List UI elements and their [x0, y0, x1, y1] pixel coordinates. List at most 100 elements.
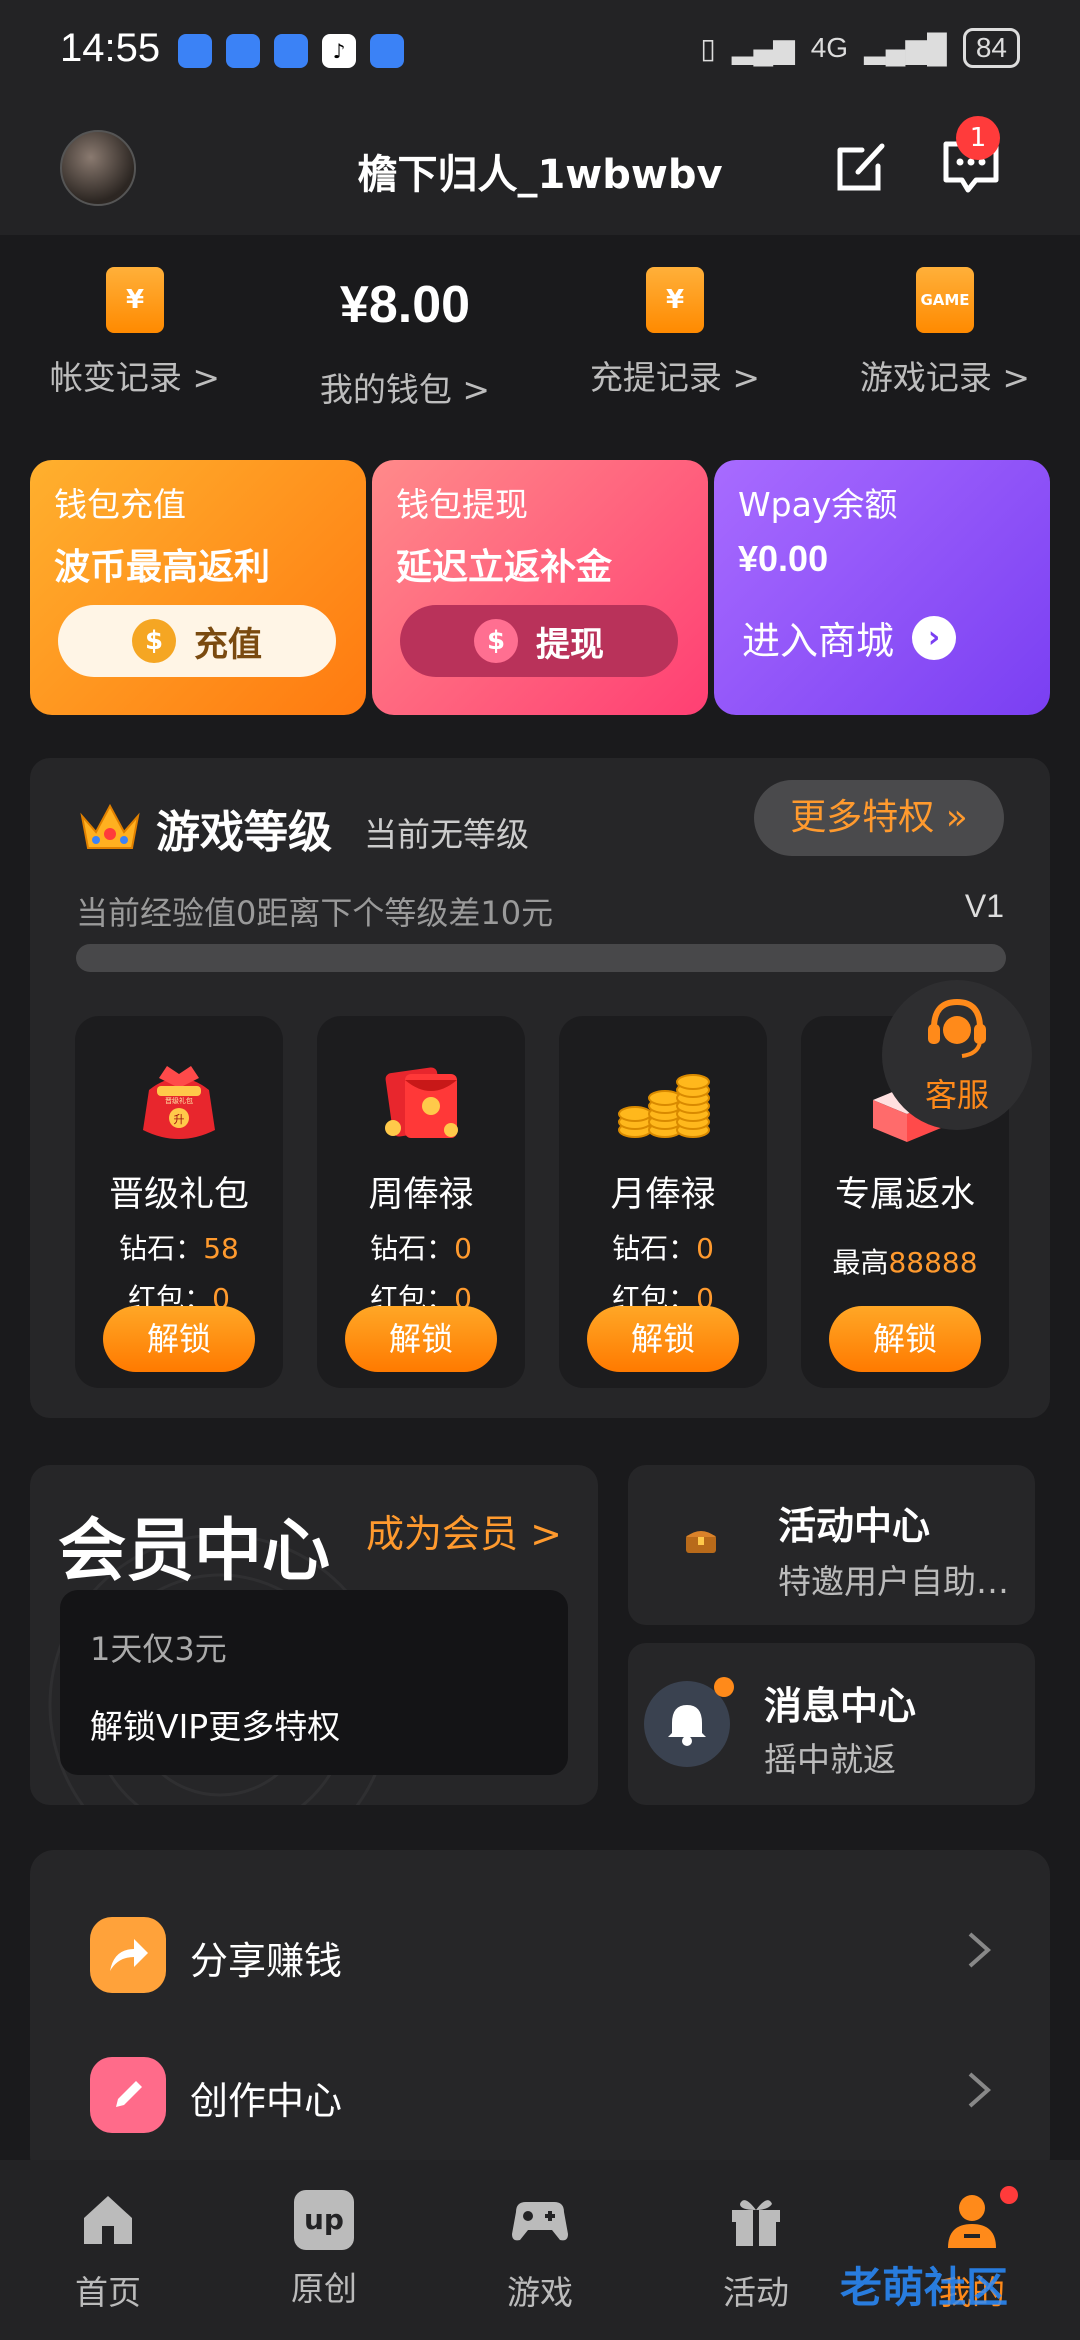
more-privileges-button[interactable]: 更多特权 » — [754, 780, 1004, 856]
recharge-button[interactable]: $ 充值 — [58, 605, 336, 677]
wallet-balance: ¥8.00 — [339, 276, 471, 334]
crown-icon — [80, 803, 140, 849]
wpay-balance: ¥0.00 — [738, 538, 829, 579]
customer-service-label: 客服 — [924, 1076, 989, 1114]
nav-home-label: 首页 — [75, 2273, 141, 2312]
share-icon — [90, 1917, 166, 1993]
withdraw-title: 钱包提现 — [396, 485, 528, 524]
enter-mall-label: 进入商城 — [742, 619, 895, 663]
signal-icon: ▂▄▆ — [731, 32, 795, 64]
withdraw-button-label: 提现 — [536, 624, 604, 665]
nav-games[interactable]: 游戏 — [460, 2190, 620, 2314]
bell-icon — [668, 1705, 706, 1746]
user-icon — [948, 2195, 996, 2248]
unlock-button-3[interactable]: 解锁 — [587, 1306, 739, 1372]
vip-benefit: 解锁VIP更多特权 — [90, 1707, 341, 1746]
account-changes-label: 帐变记录 > — [49, 358, 221, 397]
profile-header: 檐下归人_1wbwbv — [0, 100, 1080, 235]
message-badge: 1 — [956, 116, 1000, 160]
recharge-card[interactable]: 钱包充值 波币最高返利 $ 充值 — [30, 460, 366, 715]
pencil-icon — [90, 2057, 166, 2133]
game-phone-icon: GAME — [916, 267, 974, 333]
arrow-right-icon: › — [912, 615, 957, 660]
chevron-right-icon-2 — [968, 2072, 992, 2108]
perk-upgrade-gift: 升 晋级礼包 晋级礼包 钻石：58 红包：0 解锁 — [75, 1016, 283, 1388]
unlock-button[interactable]: 解锁 — [103, 1306, 255, 1372]
menu-item-share[interactable]: 分享赚钱 — [30, 1892, 1050, 2012]
recharge-subtitle: 波币最高返利 — [54, 547, 271, 588]
nav-games-label: 游戏 — [507, 2273, 573, 2312]
vip-price: 1天仅3元 — [90, 1630, 227, 1668]
diamond-value-2: 0 — [454, 1232, 472, 1265]
withdraw-button[interactable]: $ 提现 — [400, 605, 678, 677]
unlock-button-4[interactable]: 解锁 — [829, 1306, 981, 1372]
lucky-bag-tag-text: 晋级礼包 — [165, 1096, 193, 1105]
menu-item-label-2: 创作中心 — [190, 2079, 343, 2123]
my-wallet-label: 我的钱包 > — [319, 370, 491, 409]
watermark-logo: 老萌社区 — [840, 2263, 1009, 2312]
chat-app-icon-2 — [370, 34, 404, 68]
become-vip-link[interactable]: 成为会员 > — [366, 1503, 562, 1558]
up-icon: up — [294, 2190, 354, 2250]
activity-center-subtitle: 特邀用户自助… — [778, 1562, 1009, 1601]
account-changes-link[interactable]: ¥ 帐变记录 > — [0, 255, 270, 399]
deposit-withdraw-records-label: 充提记录 > — [589, 358, 761, 397]
notification-dot — [714, 1677, 734, 1697]
menu-item-label: 分享赚钱 — [190, 1939, 343, 1983]
perk-max-line: 最高88888 — [801, 1241, 1009, 1281]
deposit-withdraw-records-link[interactable]: ¥ 充提记录 > — [540, 255, 810, 399]
next-level-label: V1 — [964, 888, 1004, 924]
yuan-icon: ¥ — [106, 267, 164, 333]
perk-monthly-salary: 月俸禄 钻石：0 红包：0 解锁 — [559, 1016, 767, 1388]
activity-center-card[interactable]: 活动中心 特邀用户自助… — [628, 1465, 1035, 1625]
perk-diamond-line: 钻石：58 — [75, 1227, 283, 1267]
withdraw-card[interactable]: 钱包提现 延迟立返补金 $ 提现 — [372, 460, 708, 715]
unlock-button-2[interactable]: 解锁 — [345, 1306, 497, 1372]
max-label: 最高 — [832, 1246, 889, 1279]
level-title: 游戏等级 — [156, 807, 332, 858]
perk-name-3: 月俸禄 — [610, 1175, 716, 1215]
lucky-bag-icon: 升 晋级礼包 — [143, 1066, 215, 1139]
dollar-coin-icon: $ — [132, 619, 176, 663]
nav-activity-label: 活动 — [723, 2273, 789, 2312]
message-center-card[interactable]: 消息中心 摇中就返 — [628, 1643, 1035, 1805]
edit-icon[interactable] — [832, 136, 892, 196]
vip-title: 会员中心 — [58, 1512, 331, 1591]
my-wallet-link[interactable]: ¥8.00 我的钱包 > — [270, 255, 540, 411]
vip-center-card[interactable]: 会员中心 成为会员 > 1天仅3元 解锁VIP更多特权 — [30, 1465, 598, 1805]
nav-original[interactable]: up 原创 — [244, 2190, 404, 2310]
username: 檐下归人_1wbwbv — [357, 152, 723, 198]
headset-icon — [928, 998, 986, 1058]
perk-name-2: 周俸禄 — [368, 1175, 474, 1215]
signal-icon-2: ▂▄▆█ — [864, 32, 947, 64]
vibrate-icon: ▯ — [700, 32, 716, 64]
notification-icons: ♪ — [178, 34, 404, 68]
gamepad-icon — [512, 2202, 568, 2241]
wpay-title: Wpay余额 — [738, 485, 898, 524]
nav-original-label: 原创 — [291, 2269, 357, 2308]
game-records-link[interactable]: GAME 游戏记录 > — [810, 255, 1080, 399]
perk-name: 晋级礼包 — [108, 1175, 249, 1215]
perk-name-4: 专属返水 — [834, 1175, 975, 1215]
menu-item-creation[interactable]: 创作中心 — [30, 2032, 1050, 2152]
nav-activity[interactable]: 活动 — [676, 2190, 836, 2314]
vip-offer-box[interactable]: 1天仅3元 解锁VIP更多特权 — [60, 1590, 568, 1775]
lucky-bag-up-text: 升 — [174, 1113, 185, 1126]
menu-list: 分享赚钱 创作中心 — [30, 1850, 1050, 2180]
nav-home[interactable]: 首页 — [28, 2190, 188, 2314]
gift-icon — [732, 2200, 780, 2246]
wpay-card[interactable]: Wpay余额 ¥0.00 进入商城 › — [714, 460, 1050, 715]
shield-app-icon — [178, 34, 212, 68]
customer-service-button[interactable]: 客服 — [882, 980, 1032, 1130]
status-time: 14:55 — [60, 26, 161, 70]
network-type: 4G — [810, 32, 849, 63]
message-center-title: 消息中心 — [764, 1684, 917, 1728]
gold-coins-icon — [618, 1074, 710, 1138]
game-records-label: 游戏记录 > — [859, 358, 1031, 397]
battery-indicator: 84 — [962, 28, 1020, 68]
enter-mall-button[interactable]: 进入商城 › — [742, 610, 957, 665]
message-center-subtitle: 摇中就返 — [764, 1740, 896, 1779]
shield-app-icon-2 — [274, 34, 308, 68]
wallet-row: ¥ 帐变记录 > ¥8.00 我的钱包 > ¥ 充提记录 > GAME 游戏记录… — [0, 255, 1080, 425]
dollar-coin-icon-2: $ — [474, 619, 518, 663]
